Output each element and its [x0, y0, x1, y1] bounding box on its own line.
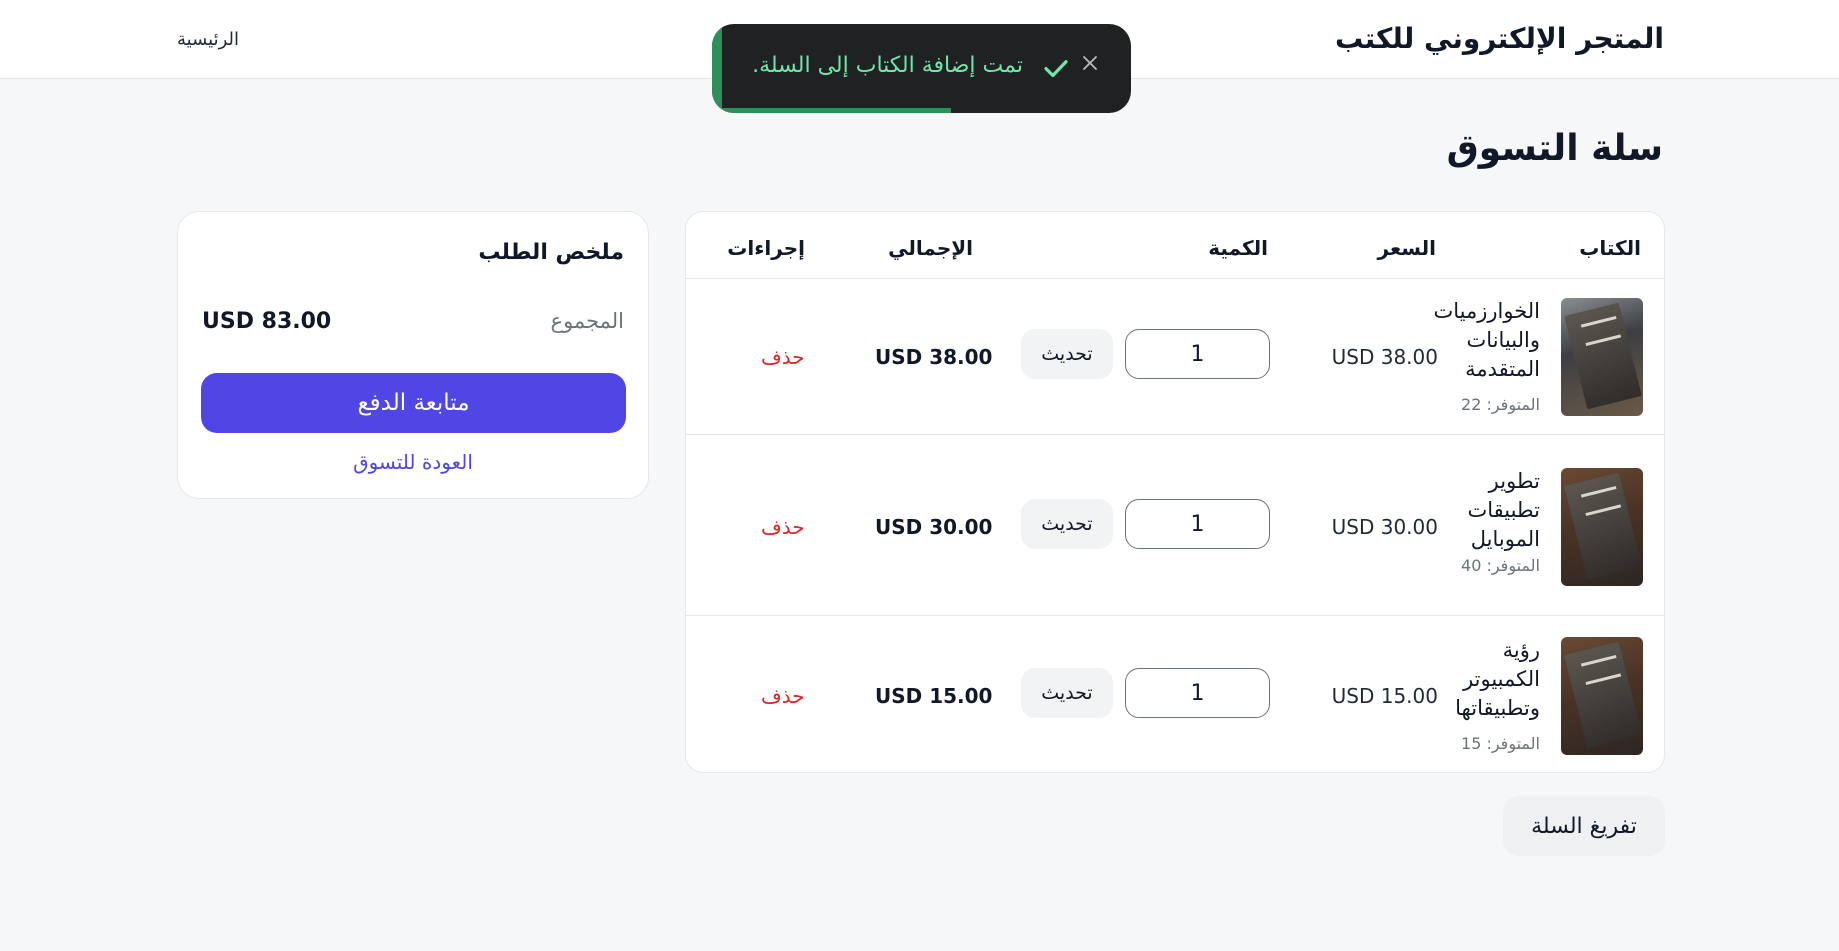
quantity-input[interactable]: [1125, 668, 1270, 718]
book-cover-image: [1561, 298, 1643, 416]
column-header-total: الإجمالي: [888, 236, 973, 260]
column-header-quantity: الكمية: [1208, 236, 1268, 260]
item-total: USD 30.00: [875, 515, 993, 539]
book-title[interactable]: الخوارزميات والبيانات المتقدمة: [1430, 297, 1540, 384]
page-title: سلة التسوق: [1446, 128, 1663, 169]
site-brand[interactable]: المتجر الإلكتروني للكتب: [1335, 22, 1664, 55]
checkout-button[interactable]: متابعة الدفع: [201, 373, 626, 433]
quantity-input[interactable]: [1125, 499, 1270, 549]
item-price: USD 38.00: [1331, 345, 1438, 369]
toast-message: تمت إضافة الكتاب إلى السلة.: [752, 53, 1023, 78]
remove-button[interactable]: حذف: [761, 684, 805, 708]
toast-progress-bar: [712, 108, 951, 113]
book-title[interactable]: رؤية الكمبيوتر وتطبيقاتها: [1430, 636, 1540, 723]
row-divider: [686, 434, 1664, 435]
toast-notification: تمت إضافة الكتاب إلى السلة.: [712, 24, 1131, 113]
update-button[interactable]: تحديث: [1021, 329, 1113, 379]
toast-accent-bar: [712, 24, 722, 113]
row-divider: [686, 615, 1664, 616]
item-price: USD 15.00: [1331, 684, 1438, 708]
cart-table: الكتاب السعر الكمية الإجمالي إجراءات الخ…: [685, 211, 1665, 773]
book-stock: المتوفر: 22: [1461, 395, 1540, 414]
summary-title: ملخص الطلب: [478, 240, 624, 265]
remove-button[interactable]: حذف: [761, 345, 805, 369]
item-total: USD 15.00: [875, 684, 993, 708]
check-icon: [1044, 60, 1068, 78]
column-header-actions: إجراءات: [727, 236, 805, 260]
clear-cart-button[interactable]: تفريغ السلة: [1503, 796, 1665, 856]
book-stock: المتوفر: 15: [1461, 734, 1540, 753]
toast-close-button[interactable]: [1077, 51, 1103, 77]
item-price: USD 30.00: [1331, 515, 1438, 539]
book-cover-image: [1561, 637, 1643, 755]
continue-shopping-link[interactable]: العودة للتسوق: [178, 450, 648, 474]
update-button[interactable]: تحديث: [1021, 499, 1113, 549]
table-row: الخوارزميات والبيانات المتقدمة المتوفر: …: [686, 279, 1664, 448]
book-title[interactable]: تطوير تطبيقات الموبايل: [1430, 467, 1540, 554]
subtotal-label: المجموع: [550, 309, 624, 333]
column-header-book: الكتاب: [1579, 236, 1641, 260]
book-stock: المتوفر: 40: [1461, 556, 1540, 575]
column-header-price: السعر: [1377, 236, 1436, 260]
subtotal-value: USD 83.00: [202, 309, 332, 334]
order-summary-card: ملخص الطلب المجموع USD 83.00 متابعة الدف…: [177, 211, 649, 499]
table-row: رؤية الكمبيوتر وتطبيقاتها المتوفر: 15 US…: [686, 618, 1664, 772]
close-icon: [1083, 56, 1097, 70]
quantity-input[interactable]: [1125, 329, 1270, 379]
update-button[interactable]: تحديث: [1021, 668, 1113, 718]
book-cover-image: [1561, 468, 1643, 586]
nav-home-link[interactable]: الرئيسية: [177, 29, 239, 50]
table-row: تطوير تطبيقات الموبايل المتوفر: 40 USD 3…: [686, 449, 1664, 618]
remove-button[interactable]: حذف: [761, 515, 805, 539]
item-total: USD 38.00: [875, 345, 993, 369]
